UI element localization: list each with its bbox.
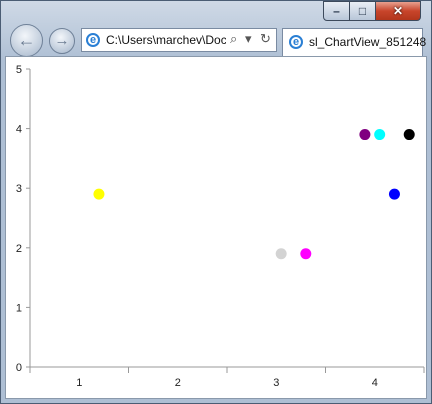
page-viewport: 0 1 2 3 4 5 1 2 3 4 <box>5 56 427 399</box>
data-point <box>359 129 371 141</box>
tab-title: sl_ChartView_851248 <box>309 35 427 49</box>
browser-window: – □ ✕ ← → e C:\Users\marchev\Doc ⌕ ▾ ↻ e… <box>0 0 432 404</box>
forward-arrow-icon: → <box>54 32 70 49</box>
ie-page-icon: e <box>86 33 100 47</box>
address-input[interactable]: C:\Users\marchev\Doc <box>106 33 226 47</box>
back-button[interactable]: ← <box>10 24 43 57</box>
refresh-icon[interactable]: ↻ <box>260 31 271 47</box>
forward-button[interactable]: → <box>49 28 75 54</box>
search-icon[interactable]: ⌕ <box>230 31 237 47</box>
x-tick-label: 1 <box>76 377 82 389</box>
data-point <box>300 248 312 260</box>
y-tick-label: 5 <box>16 64 22 76</box>
minimize-button[interactable]: – <box>323 1 350 21</box>
y-tick-label: 3 <box>16 183 22 195</box>
data-point <box>93 188 105 200</box>
dropdown-icon[interactable]: ▾ <box>245 31 252 47</box>
address-bar[interactable]: e C:\Users\marchev\Doc ⌕ ▾ ↻ <box>81 28 277 52</box>
y-tick-label: 1 <box>16 302 22 314</box>
tab-chartview[interactable]: e sl_ChartView_851248 <box>282 28 427 56</box>
x-tick-label: 2 <box>175 377 181 389</box>
back-arrow-icon: ← <box>17 30 36 50</box>
data-point <box>403 129 415 141</box>
data-point <box>388 188 400 200</box>
x-tick-label: 4 <box>372 377 378 389</box>
ie-tab-icon: e <box>289 35 303 49</box>
minimize-icon: – <box>333 4 340 18</box>
y-tick-label: 0 <box>16 362 22 374</box>
close-button[interactable]: ✕ <box>375 1 421 21</box>
maximize-icon: □ <box>358 4 367 18</box>
y-tick-label: 4 <box>16 124 22 136</box>
address-bar-buttons: ⌕ ▾ ↻ <box>228 31 276 49</box>
x-tick-label: 3 <box>273 377 279 389</box>
data-point <box>374 129 386 141</box>
maximize-button[interactable]: □ <box>349 1 376 21</box>
data-point <box>275 248 287 260</box>
y-tick-label: 2 <box>16 243 22 255</box>
scatter-chart: 0 1 2 3 4 5 1 2 3 4 <box>16 64 425 389</box>
close-icon: ✕ <box>392 4 404 18</box>
